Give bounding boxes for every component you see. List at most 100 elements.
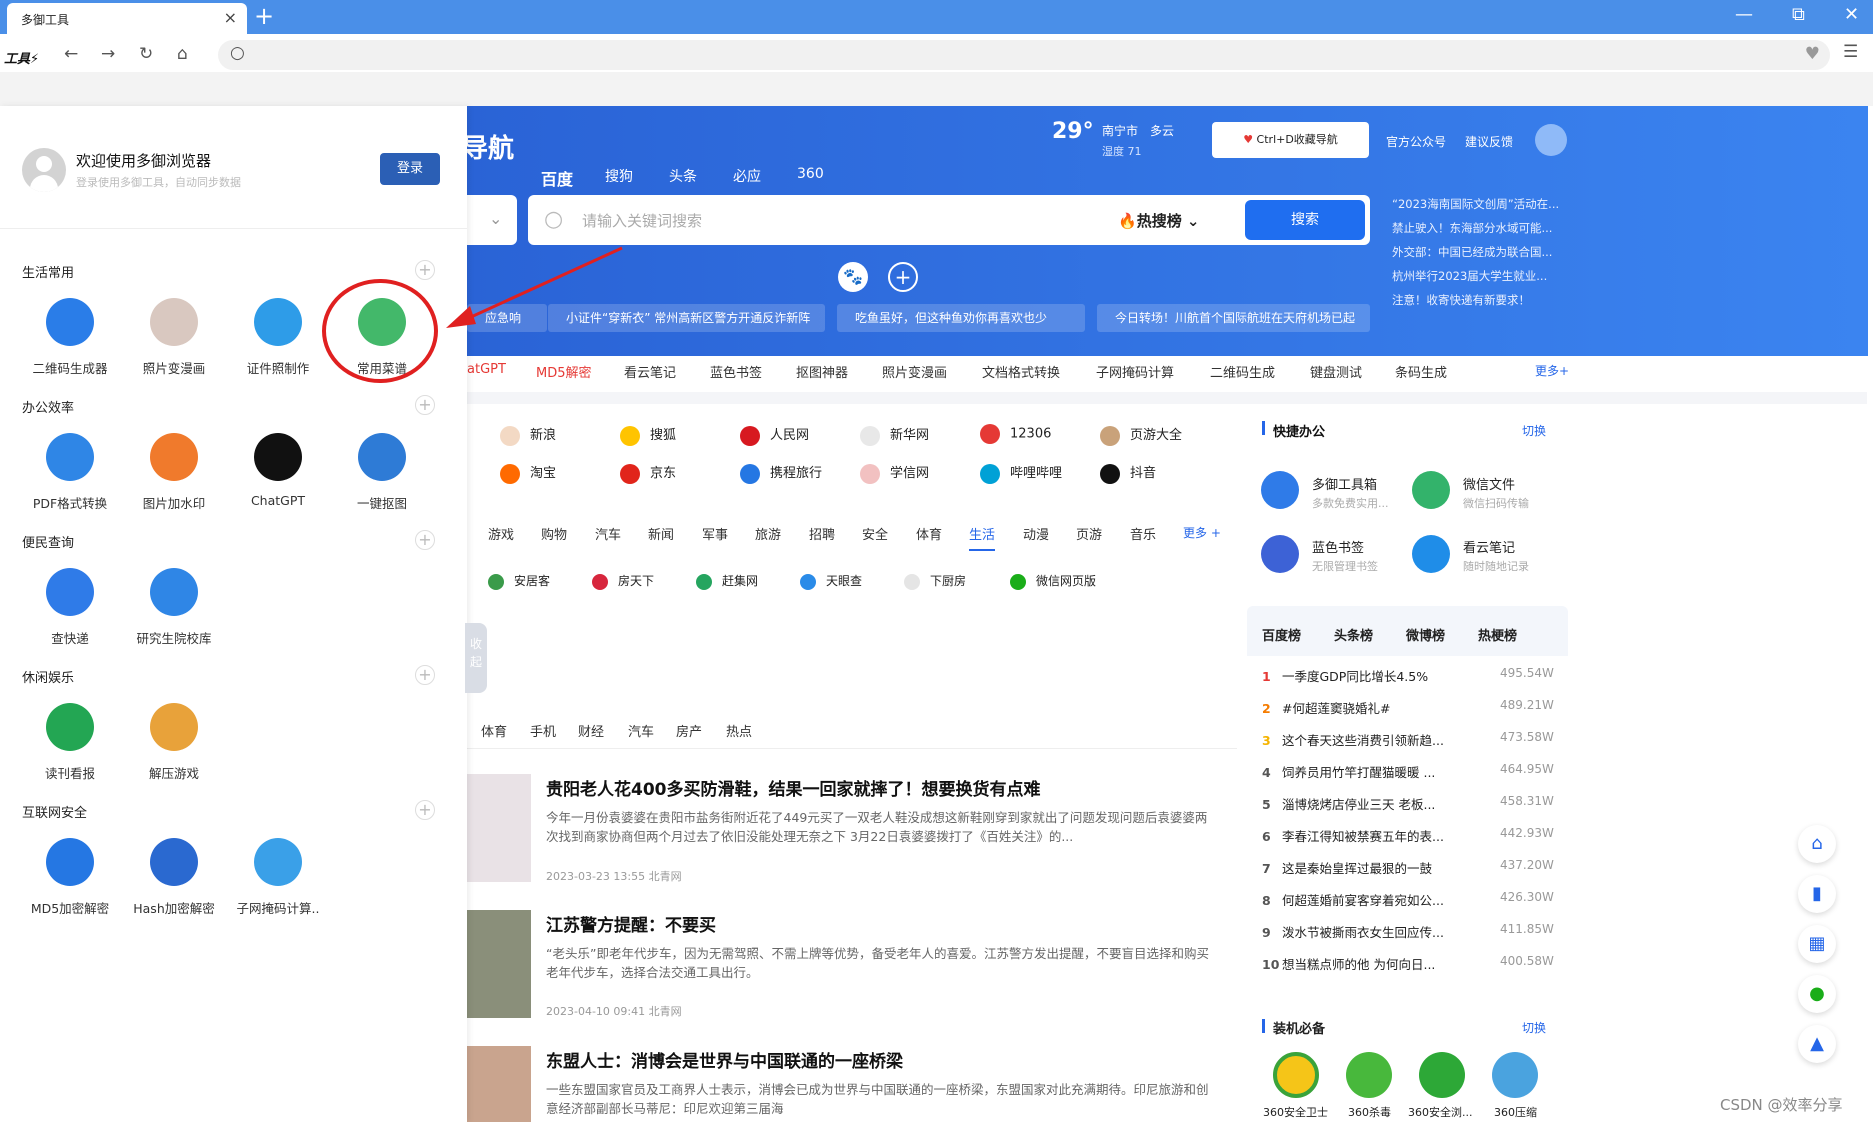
hero-news-item[interactable]: 杭州举行2023届大学生就业... — [1392, 268, 1547, 284]
category-tab[interactable]: 体育 — [916, 524, 942, 543]
url-input[interactable]: ○ ♥ — [218, 40, 1830, 70]
news-ticker[interactable]: 吃鱼虽好，但这种鱼劝你再喜欢也少 — [837, 304, 1085, 332]
cloud-note-icon[interactable] — [1412, 535, 1450, 573]
engine-tab[interactable]: 必应 — [733, 166, 761, 186]
apps-grid-icon[interactable]: ▦ — [1798, 925, 1836, 963]
toolbox-icon[interactable] — [1261, 471, 1299, 509]
back-icon[interactable]: ← — [64, 44, 78, 64]
category-tab[interactable]: 动漫 — [1023, 524, 1049, 543]
install-app[interactable]: 360杀毒 — [1348, 1104, 1391, 1120]
wechat-float-icon[interactable]: ● — [1798, 975, 1836, 1013]
rank-tab[interactable]: 微博榜 — [1406, 625, 1445, 644]
tool-app[interactable]: PDF格式转换 — [20, 433, 120, 512]
add-tool-icon[interactable]: + — [415, 395, 435, 415]
add-tool-icon[interactable]: + — [415, 800, 435, 820]
minimize-icon[interactable]: — — [1735, 4, 1753, 25]
news-tab[interactable]: 手机 — [530, 721, 556, 740]
rank-tab[interactable]: 头条榜 — [1334, 625, 1373, 644]
feedback-link[interactable]: 建议反馈 — [1465, 133, 1513, 150]
home-float-icon[interactable]: ⌂ — [1798, 825, 1836, 863]
cat-site-link[interactable]: 安居客 — [488, 572, 550, 590]
site-link[interactable]: 12306 — [980, 424, 1051, 444]
bookmark-icon[interactable] — [1261, 535, 1299, 573]
quick-link[interactable]: 条码生成 — [1395, 362, 1447, 381]
cat-site-link[interactable]: 微信网页版 — [1010, 572, 1096, 590]
hero-news-item[interactable]: 注意！收寄快递有新要求！ — [1392, 292, 1530, 308]
article-title[interactable]: 东盟人士：消博会是世界与中国联通的一座桥梁 — [546, 1047, 903, 1072]
weather-city[interactable]: 南宁市 多云 — [1102, 122, 1174, 139]
office-switch[interactable]: 切换 — [1522, 422, 1546, 439]
rank-item[interactable]: 3 这个春天这些消费引领新趋... — [1262, 730, 1444, 749]
tool-app[interactable]: 读刊看报 — [20, 703, 120, 782]
site-link[interactable]: 抖音 — [1100, 462, 1156, 484]
bookmark-nav-button[interactable]: ♥ Ctrl+D收藏导航 — [1212, 122, 1369, 158]
site-link[interactable]: 携程旅行 — [740, 462, 822, 484]
engine-tab[interactable]: 头条 — [669, 166, 697, 186]
engine-tab[interactable]: 360 — [797, 166, 824, 182]
article-title[interactable]: 江苏警方提醒：不要买 — [546, 911, 716, 936]
tool-app[interactable]: ChatGPT — [228, 433, 328, 508]
add-tool-icon[interactable]: + — [415, 260, 435, 280]
engine-tab[interactable]: 百度 — [541, 166, 573, 190]
tab-close-icon[interactable]: × — [224, 8, 237, 27]
close-window-icon[interactable]: ✕ — [1844, 4, 1859, 25]
category-tab[interactable]: 购物 — [541, 524, 567, 543]
category-tab-active[interactable]: 生活 — [969, 524, 996, 551]
cat-site-link[interactable]: 下厨房 — [904, 572, 966, 590]
tool-app[interactable]: 一键抠图 — [332, 433, 432, 512]
quick-link[interactable]: 二维码生成 — [1210, 362, 1275, 381]
tool-app[interactable]: 二维码生成器 — [20, 298, 120, 377]
quick-link[interactable]: 照片变漫画 — [882, 362, 947, 381]
hero-news-item[interactable]: 禁止驶入！东海部分水域可能... — [1392, 220, 1552, 236]
category-tab[interactable]: 游戏 — [488, 524, 514, 543]
tool-app[interactable]: 查快递 — [20, 568, 120, 647]
article-thumbnail[interactable] — [467, 1046, 531, 1122]
restore-icon[interactable]: ⧉ — [1792, 4, 1805, 25]
office-item-name[interactable]: 蓝色书签 — [1312, 537, 1364, 556]
install-app[interactable]: 360压缩 — [1494, 1104, 1537, 1120]
article-thumbnail[interactable] — [467, 774, 531, 882]
install-switch[interactable]: 切换 — [1522, 1019, 1546, 1036]
favorite-heart-icon[interactable]: ♥ — [1805, 44, 1820, 64]
360-browser-icon[interactable] — [1419, 1052, 1465, 1098]
news-ticker[interactable]: 今日转场！川航首个国际航班在天府机场已起 — [1097, 304, 1370, 332]
tool-app[interactable]: 证件照制作 — [228, 298, 328, 377]
search-category-select[interactable]: ⌄ — [467, 195, 517, 245]
tool-app[interactable]: MD5加密解密 — [20, 838, 120, 917]
category-tab[interactable]: 音乐 — [1130, 524, 1156, 543]
rank-item[interactable]: 4 饲养员用竹竿打醒猫暖暖 ... — [1262, 762, 1435, 781]
rank-tab[interactable]: 百度榜 — [1262, 625, 1301, 644]
wechat-file-icon[interactable] — [1412, 471, 1450, 509]
tools-brand[interactable]: 工具⚡ — [4, 48, 39, 67]
more-links[interactable]: 更多+ — [1535, 362, 1569, 379]
hot-list-toggle[interactable]: 🔥热搜榜 ⌄ — [1118, 210, 1200, 231]
quick-link[interactable]: 蓝色书签 — [710, 362, 762, 381]
news-tab[interactable]: 热点 — [726, 721, 752, 740]
rank-item[interactable]: 10 想当糕点师的他 为何向日... — [1262, 954, 1435, 973]
category-tab[interactable]: 新闻 — [648, 524, 674, 543]
tool-app[interactable]: 解压游戏 — [124, 703, 224, 782]
360-antivirus-icon[interactable] — [1346, 1052, 1392, 1098]
site-link[interactable]: 淘宝 — [500, 462, 556, 484]
login-button[interactable]: 登录 — [380, 153, 440, 185]
menu-icon[interactable]: ☰ — [1843, 42, 1858, 62]
quick-link[interactable]: MD5解密 — [536, 362, 592, 381]
official-account-link[interactable]: 官方公众号 — [1386, 133, 1446, 150]
hero-news-item[interactable]: 外交部：中国已经成为联合国... — [1392, 244, 1552, 260]
site-link[interactable]: 新华网 — [860, 424, 929, 446]
hero-news-item[interactable]: “2023海南国际文创周”活动在... — [1392, 196, 1559, 212]
quick-link[interactable]: 抠图神器 — [796, 362, 848, 381]
360-guard-icon[interactable] — [1273, 1052, 1319, 1098]
rank-item[interactable]: 9 泼水节被撕雨衣女生回应传... — [1262, 922, 1444, 941]
search-button[interactable]: 搜索 — [1245, 200, 1365, 240]
category-more[interactable]: 更多 + — [1183, 524, 1221, 541]
category-tab[interactable]: 招聘 — [809, 524, 835, 543]
tool-app[interactable]: 子网掩码计算.. — [228, 838, 328, 917]
360-zip-icon[interactable] — [1492, 1052, 1538, 1098]
collapse-tab[interactable]: 收起 — [465, 623, 487, 693]
rank-tab[interactable]: 热梗榜 — [1478, 625, 1517, 644]
office-item-name[interactable]: 微信文件 — [1463, 474, 1515, 493]
site-link[interactable]: 学信网 — [860, 462, 929, 484]
site-link[interactable]: 搜狐 — [620, 424, 676, 446]
news-tab[interactable]: 体育 — [481, 721, 507, 740]
